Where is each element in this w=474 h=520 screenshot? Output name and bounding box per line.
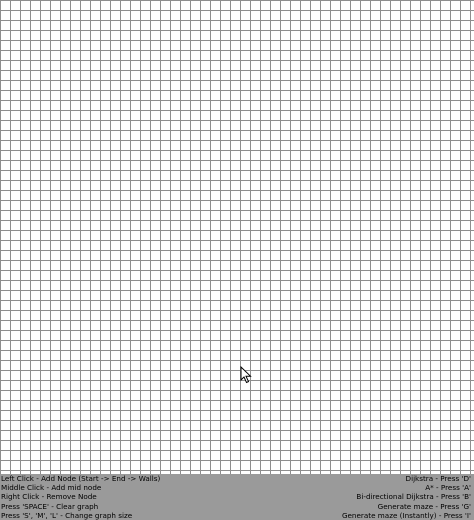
help-astar: A* - Press 'A': [425, 483, 471, 493]
help-left-click: Left Click - Add Node (Start -> End -> W…: [1, 474, 161, 483]
arrow-pointer-icon: [240, 366, 252, 384]
help-right-click: Right Click - Remove Node: [1, 492, 97, 502]
help-middle-click: Middle Click - Add mid node: [1, 483, 102, 493]
mouse-controls-list: Left Click - Add Node (Start -> End -> W…: [1, 474, 160, 520]
help-space-clear: Press 'SPACE' - Clear graph: [1, 501, 99, 511]
controls-help-panel: Left Click - Add Node (Start -> End -> W…: [0, 474, 474, 520]
help-bidirectional-dijkstra: Bi-directional Dijkstra - Press 'B': [356, 492, 471, 502]
help-dijkstra: Dijkstra - Press 'D': [405, 474, 471, 483]
pathfinding-visualizer-window: Left Click - Add Node (Start -> End -> W…: [0, 0, 474, 520]
algorithm-controls-list: Dijkstra - Press 'D' A* - Press 'A' Bi-d…: [342, 474, 471, 520]
help-generate-maze-instantly: Generate maze (Instantly) - Press 'I': [341, 510, 471, 520]
help-graph-size: Press 'S', 'M', 'L' - Change graph size: [1, 510, 133, 520]
node-grid[interactable]: [0, 0, 474, 474]
help-generate-maze: Generate maze - Press 'G': [377, 501, 471, 511]
